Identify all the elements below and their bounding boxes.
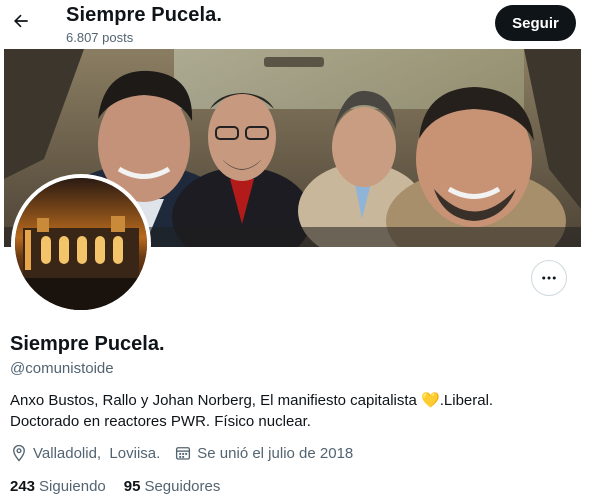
following-link[interactable]: 243 Siguiendo (10, 478, 106, 495)
header-title: Siempre Pucela. (66, 4, 223, 26)
following-count: 243 (10, 478, 36, 495)
follow-counts: 243 Siguiendo 95 Seguidores (10, 478, 238, 495)
followers-count: 95 (123, 478, 141, 495)
following-label: Siguiendo (39, 478, 106, 495)
bio-text-before-emoji: Anxo Bustos, Rallo y Johan Norberg, El m… (10, 392, 422, 409)
profile-avatar[interactable] (11, 174, 151, 314)
yellow-heart-emoji: 💛 (421, 392, 440, 409)
followers-label: Seguidores (144, 478, 221, 495)
bio-text-after-emoji: .Liberal. (439, 392, 494, 409)
avatar-image (15, 178, 147, 310)
profile-name: Siempre Pucela. (10, 333, 165, 355)
profile-header: Siempre Pucela. 6.807 posts Seguir (0, 0, 589, 48)
profile-handle: @comunistoide (10, 360, 114, 377)
more-horizontal-icon (542, 276, 556, 280)
location-item: Valladolid, Loviisa. (10, 444, 160, 462)
profile-bio: Anxo Bustos, Rallo y Johan Norberg, El m… (10, 390, 570, 432)
calendar-icon (176, 447, 191, 460)
joined-text: Se unió el julio de 2018 (197, 444, 354, 462)
location-pin-icon (13, 444, 25, 462)
more-options-button[interactable] (531, 260, 567, 296)
followers-link[interactable]: 95 Seguidores (124, 478, 221, 495)
header-post-count: 6.807 posts (66, 30, 134, 45)
joined-item: Se unió el julio de 2018 (174, 444, 353, 462)
profile-meta: Valladolid, Loviisa. Se unió el julio de… (10, 444, 353, 462)
follow-button[interactable]: Seguir (495, 5, 576, 41)
back-button[interactable] (8, 6, 34, 36)
bio-line-2: Doctorado en reactores PWR. Físico nucle… (10, 413, 311, 430)
location-text: Valladolid, Loviisa. (33, 444, 161, 462)
arrow-left-icon (13, 14, 28, 28)
bio-line-1: Anxo Bustos, Rallo y Johan Norberg, El m… (10, 390, 570, 411)
